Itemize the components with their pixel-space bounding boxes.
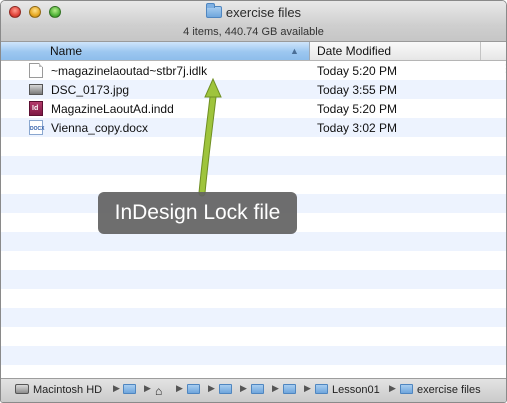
chevron-right-icon: ▶ — [272, 383, 279, 393]
empty-row — [1, 156, 506, 175]
folder-icon — [400, 384, 413, 394]
column-overflow-icon: ⋮ — [501, 62, 506, 75]
folder-icon — [315, 384, 328, 394]
file-date: Today 3:55 PM — [317, 83, 398, 97]
docx-file-icon: DOCX — [29, 120, 44, 135]
file-date: Today 3:02 PM — [317, 121, 398, 135]
window-title-group: exercise files — [1, 3, 506, 20]
path-item-folder[interactable] — [123, 384, 136, 398]
file-name: Vienna_copy.docx — [51, 121, 148, 135]
empty-row — [1, 137, 506, 156]
file-name: MagazineLaoutAd.indd — [51, 102, 174, 116]
chevron-right-icon: ▶ — [240, 383, 247, 393]
name-column-label: Name — [50, 44, 83, 58]
status-info: 4 items, 440.74 GB available — [183, 26, 324, 38]
path-item-folder[interactable] — [283, 384, 296, 398]
path-item-home[interactable]: ⌂ — [155, 384, 162, 398]
path-item-folder[interactable] — [187, 384, 200, 398]
file-row[interactable]: ~magazinelaoutad~stbr7j.idlk Today 5:20 … — [1, 61, 506, 80]
path-item-lesson[interactable]: Lesson01 — [315, 384, 380, 398]
path-item-folder[interactable] — [251, 384, 264, 398]
empty-row — [1, 270, 506, 289]
folder-icon — [123, 384, 136, 394]
file-date: Today 5:20 PM — [317, 64, 398, 78]
window-title: exercise files — [225, 5, 302, 20]
finder-window: exercise files 4 items, 440.74 GB availa… — [0, 0, 507, 403]
home-icon: ⌂ — [155, 384, 163, 398]
date-modified-column-header[interactable]: Date Modified — [311, 42, 481, 60]
date-modified-column-label: Date Modified — [317, 44, 392, 58]
file-row[interactable]: DSC_0173.jpg Today 3:55 PM — [1, 80, 506, 99]
empty-row — [1, 327, 506, 346]
column-header: Name ▲ Date Modified — [1, 42, 506, 61]
file-date: Today 5:20 PM — [317, 102, 398, 116]
folder-icon — [205, 3, 222, 18]
annotation-callout: InDesign Lock file — [98, 192, 297, 234]
file-row[interactable]: Id MagazineLaoutAd.indd Today 5:20 PM — [1, 99, 506, 118]
chevron-right-icon: ▶ — [304, 383, 311, 393]
sort-ascending-icon: ▲ — [290, 46, 299, 56]
empty-row — [1, 346, 506, 365]
chevron-right-icon: ▶ — [389, 383, 396, 393]
empty-row — [1, 251, 506, 270]
name-column-header[interactable]: Name ▲ — [1, 42, 310, 60]
file-name: ~magazinelaoutad~stbr7j.idlk — [51, 64, 208, 78]
hard-drive-icon — [15, 384, 29, 394]
folder-icon — [219, 384, 232, 394]
path-item-current[interactable]: exercise files — [400, 384, 481, 398]
chevron-right-icon: ▶ — [144, 383, 151, 393]
indesign-file-icon: Id — [29, 101, 43, 116]
path-item-drive[interactable]: Macintosh HD — [15, 384, 102, 398]
chevron-right-icon: ▶ — [208, 383, 215, 393]
empty-row — [1, 308, 506, 327]
empty-row — [1, 232, 506, 251]
folder-icon — [251, 384, 264, 394]
image-file-icon — [29, 84, 43, 95]
folder-icon — [283, 384, 296, 394]
chevron-right-icon: ▶ — [176, 383, 183, 393]
title-bar: exercise files 4 items, 440.74 GB availa… — [1, 1, 506, 42]
file-name: DSC_0173.jpg — [51, 83, 130, 97]
file-row[interactable]: DOCX Vienna_copy.docx Today 3:02 PM — [1, 118, 506, 137]
path-bar: Macintosh HD ▶ ▶ ⌂ ▶ ▶ ▶ ▶ ▶ Lesson01 ▶ … — [1, 378, 506, 402]
empty-row — [1, 289, 506, 308]
path-item-folder[interactable] — [219, 384, 232, 398]
folder-icon — [187, 384, 200, 394]
lock-file-icon — [29, 63, 43, 78]
chevron-right-icon: ▶ — [113, 383, 120, 393]
